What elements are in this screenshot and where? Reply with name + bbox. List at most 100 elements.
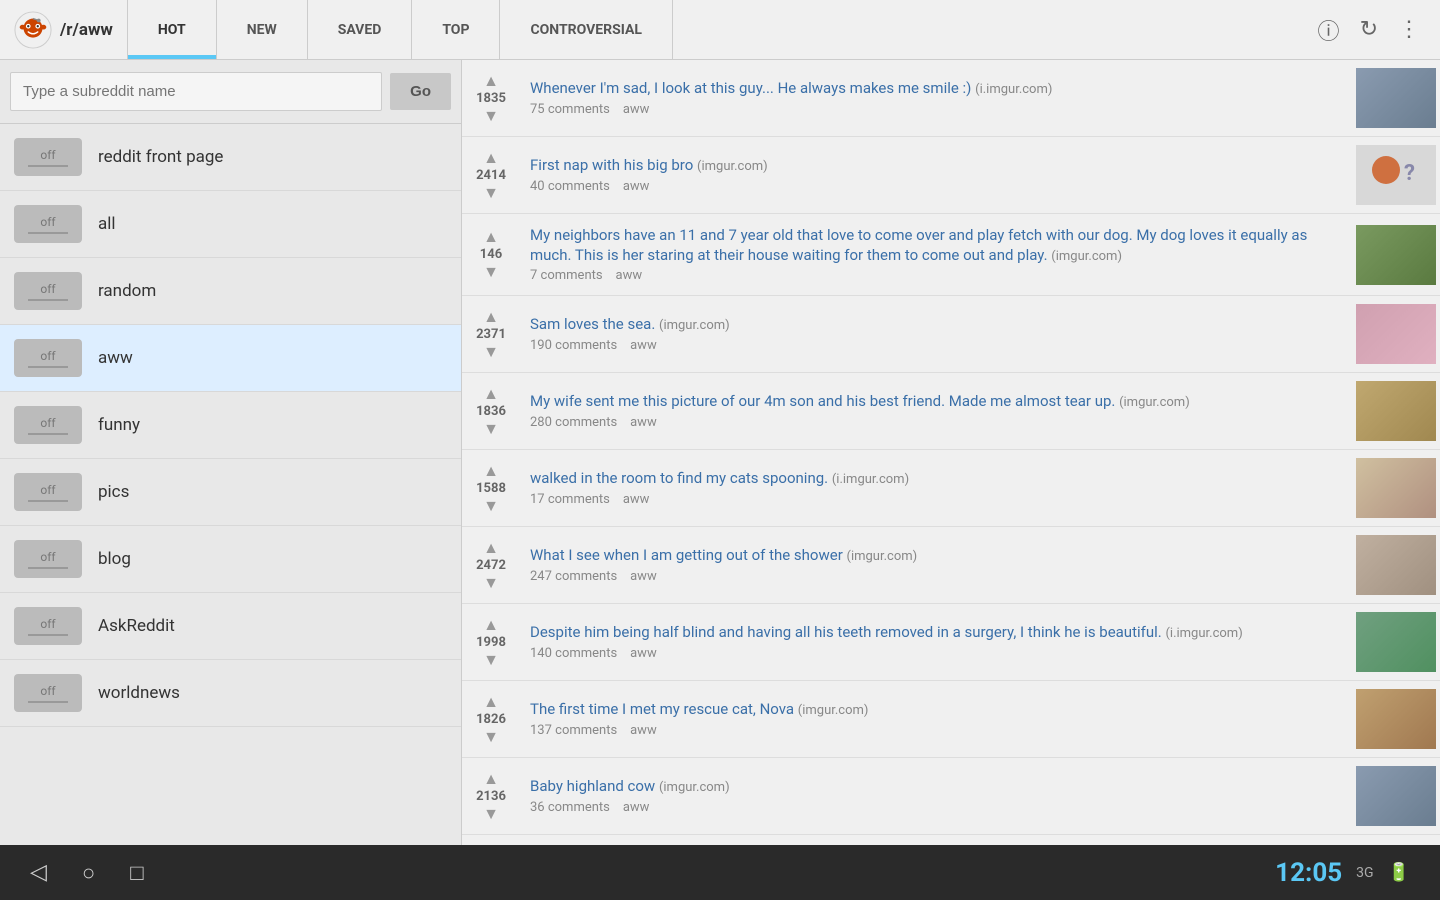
post-comments[interactable]: 137 comments [530, 723, 617, 738]
downvote-button[interactable]: ▼ [483, 729, 499, 745]
post-title[interactable]: Despite him being half blind and having … [530, 623, 1346, 643]
post-thumbnail[interactable] [1356, 381, 1436, 441]
home-button[interactable]: ○ [82, 860, 95, 886]
toggle-button[interactable]: off [14, 339, 82, 377]
info-icon[interactable]: ⓘ [1318, 14, 1340, 46]
upvote-button[interactable]: ▲ [483, 150, 499, 166]
downvote-button[interactable]: ▼ [483, 652, 499, 668]
upvote-button[interactable]: ▲ [483, 540, 499, 556]
sidebar-item-pics[interactable]: off pics [0, 459, 461, 526]
downvote-button[interactable]: ▼ [483, 108, 499, 124]
post-subreddit[interactable]: aww [630, 569, 657, 584]
refresh-icon[interactable]: ↻ [1360, 17, 1378, 42]
post-subreddit[interactable]: aww [623, 492, 650, 507]
tab-new[interactable]: NEW [217, 0, 308, 59]
post-domain: (imgur.com) [659, 318, 730, 333]
post-title[interactable]: My neighbors have an 11 and 7 year old t… [530, 226, 1346, 265]
post-subreddit[interactable]: aww [623, 800, 650, 815]
toggle-button[interactable]: off [14, 540, 82, 578]
post-title[interactable]: What I see when I am getting out of the … [530, 546, 1346, 566]
post-subreddit[interactable]: aww [616, 268, 643, 283]
sidebar-item-worldnews[interactable]: off worldnews [0, 660, 461, 727]
toggle-label: off [40, 550, 55, 564]
vote-section: ▲ 1588 ▼ [462, 463, 520, 514]
post-subreddit[interactable]: aww [630, 646, 657, 661]
post-title[interactable]: First nap with his big bro (imgur.com) [530, 156, 1346, 176]
tab-hot[interactable]: HOT [128, 0, 217, 59]
toggle-button[interactable]: off [14, 406, 82, 444]
post-subreddit[interactable]: aww [630, 723, 657, 738]
sidebar-item-reddit-front-page[interactable]: off reddit front page [0, 124, 461, 191]
post-comments[interactable]: 190 comments [530, 338, 617, 353]
post-thumbnail[interactable] [1356, 535, 1436, 595]
recent-apps-button[interactable]: □ [130, 860, 143, 886]
post-thumbnail[interactable] [1356, 225, 1436, 285]
downvote-button[interactable]: ▼ [483, 264, 499, 280]
downvote-button[interactable]: ▼ [483, 498, 499, 514]
upvote-button[interactable]: ▲ [483, 229, 499, 245]
post-thumbnail[interactable] [1356, 766, 1436, 826]
post-thumbnail[interactable]: ? [1356, 145, 1436, 205]
toggle-line [28, 500, 68, 502]
downvote-button[interactable]: ▼ [483, 421, 499, 437]
post-comments[interactable]: 36 comments [530, 800, 610, 815]
post-comments[interactable]: 247 comments [530, 569, 617, 584]
post-thumbnail[interactable] [1356, 68, 1436, 128]
upvote-button[interactable]: ▲ [483, 386, 499, 402]
downvote-button[interactable]: ▼ [483, 806, 499, 822]
downvote-button[interactable]: ▼ [483, 575, 499, 591]
more-icon[interactable]: ⋮ [1398, 17, 1420, 42]
post-thumbnail[interactable] [1356, 304, 1436, 364]
post-title[interactable]: walked in the room to find my cats spoon… [530, 469, 1346, 489]
post-comments[interactable]: 40 comments [530, 179, 610, 194]
post-title[interactable]: The first time I met my rescue cat, Nova… [530, 700, 1346, 720]
post-comments[interactable]: 280 comments [530, 415, 617, 430]
post-title[interactable]: My wife sent me this picture of our 4m s… [530, 392, 1346, 412]
go-button[interactable]: Go [390, 73, 451, 110]
search-input[interactable] [10, 72, 382, 111]
logo-section[interactable]: /r/aww [0, 0, 128, 59]
upvote-button[interactable]: ▲ [483, 617, 499, 633]
post-domain: (imgur.com) [1119, 395, 1190, 410]
tab-saved[interactable]: SAVED [308, 0, 413, 59]
post-thumbnail[interactable] [1356, 612, 1436, 672]
post-comments[interactable]: 75 comments [530, 102, 610, 117]
post-comments[interactable]: 140 comments [530, 646, 617, 661]
sidebar-item-all[interactable]: off all [0, 191, 461, 258]
tab-controversial[interactable]: CONTROVERSIAL [500, 0, 672, 59]
sidebar-item-blog[interactable]: off blog [0, 526, 461, 593]
toggle-button[interactable]: off [14, 272, 82, 310]
post-domain: (imgur.com) [847, 549, 918, 564]
post-thumbnail[interactable] [1356, 689, 1436, 749]
post-comments[interactable]: 7 comments [530, 268, 603, 283]
tab-top[interactable]: TOP [412, 0, 500, 59]
upvote-button[interactable]: ▲ [483, 771, 499, 787]
post-subreddit[interactable]: aww [623, 179, 650, 194]
upvote-button[interactable]: ▲ [483, 694, 499, 710]
sidebar-item-AskReddit[interactable]: off AskReddit [0, 593, 461, 660]
post-title[interactable]: Baby highland cow (imgur.com) [530, 777, 1346, 797]
upvote-button[interactable]: ▲ [483, 309, 499, 325]
downvote-button[interactable]: ▼ [483, 185, 499, 201]
upvote-button[interactable]: ▲ [483, 73, 499, 89]
toggle-button[interactable]: off [14, 674, 82, 712]
toggle-button[interactable]: off [14, 607, 82, 645]
post-thumbnail[interactable] [1356, 458, 1436, 518]
toggle-button[interactable]: off [14, 473, 82, 511]
toggle-button[interactable]: off [14, 138, 82, 176]
sidebar-item-funny[interactable]: off funny [0, 392, 461, 459]
svg-text:?: ? [1404, 161, 1415, 186]
post-subreddit[interactable]: aww [630, 338, 657, 353]
post-comments[interactable]: 17 comments [530, 492, 610, 507]
sidebar-item-random[interactable]: off random [0, 258, 461, 325]
downvote-button[interactable]: ▼ [483, 344, 499, 360]
post-subreddit[interactable]: aww [630, 415, 657, 430]
toggle-button[interactable]: off [14, 205, 82, 243]
sidebar-item-aww[interactable]: off aww [0, 325, 461, 392]
vote-section: ▲ 1835 ▼ [462, 73, 520, 124]
post-title[interactable]: Sam loves the sea. (imgur.com) [530, 315, 1346, 335]
post-subreddit[interactable]: aww [623, 102, 650, 117]
back-button[interactable]: ◁ [30, 860, 47, 886]
post-title[interactable]: Whenever I'm sad, I look at this guy... … [530, 79, 1346, 99]
upvote-button[interactable]: ▲ [483, 463, 499, 479]
